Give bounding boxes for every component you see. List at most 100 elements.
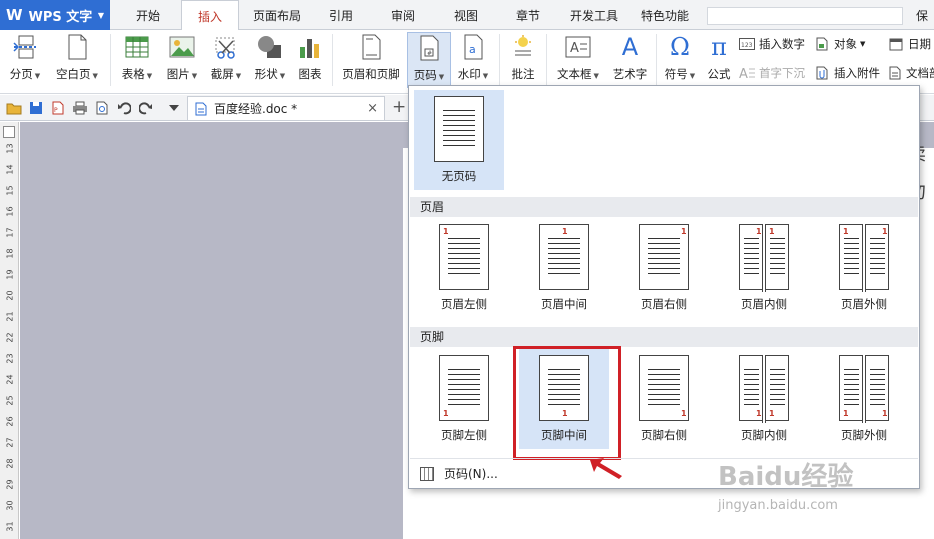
tab-references[interactable]: 引用: [318, 0, 364, 30]
header-right-option[interactable]: 1 页眉右侧: [619, 218, 709, 318]
red-arrow-pointer: [590, 458, 622, 479]
chart-button[interactable]: 图表: [294, 32, 326, 88]
page-thumbnail: 1 1: [739, 355, 789, 423]
ruler-number: 26: [5, 416, 15, 427]
header-section-title: 页眉: [410, 197, 918, 217]
wps-logo-icon: W: [6, 6, 23, 24]
footer-left-option[interactable]: 1 页脚左侧: [419, 349, 509, 449]
tab-chapter[interactable]: 章节: [505, 0, 551, 30]
ruler-corner[interactable]: [3, 126, 15, 138]
ruler-number: 22: [5, 332, 15, 343]
tab-special[interactable]: 特色功能: [634, 0, 696, 30]
calendar-icon: [888, 37, 904, 51]
new-tab-button[interactable]: +: [392, 97, 406, 117]
print-preview-icon[interactable]: [94, 100, 110, 116]
close-tab-icon[interactable]: ×: [367, 101, 378, 116]
ruler-number: 13: [5, 143, 15, 154]
no-page-number-option[interactable]: 无页码: [414, 90, 504, 190]
header-inside-option[interactable]: 1 1 页眉内侧: [719, 218, 809, 318]
page-number-icon: #: [415, 34, 443, 62]
header-footer-label: 页眉和页脚: [342, 67, 400, 81]
page-number-marker: 1: [769, 409, 775, 418]
svg-text:P: P: [54, 107, 58, 114]
option-label: 页眉中间: [541, 297, 587, 311]
tab-home[interactable]: 开始: [122, 0, 174, 30]
chevron-down-icon: ▼: [438, 73, 445, 81]
tab-review[interactable]: 审阅: [380, 0, 426, 30]
option-label: 页眉外侧: [841, 297, 887, 311]
picture-button[interactable]: 图片 ▼: [162, 32, 202, 88]
scissors-icon: [212, 33, 240, 61]
ruler-number: 18: [5, 248, 15, 259]
header-footer-button[interactable]: 页眉和页脚: [338, 32, 404, 88]
comment-button[interactable]: 批注: [505, 32, 541, 88]
blank-page-label: 空白页: [56, 67, 91, 81]
tab-view[interactable]: 视图: [443, 0, 489, 30]
ruler-number: 21: [5, 311, 15, 322]
doc-part-icon: [888, 66, 902, 80]
footer-right-option[interactable]: 1 页脚右侧: [619, 349, 709, 449]
textbox-button[interactable]: A 文本框 ▼: [552, 32, 604, 88]
page-number-marker: 1: [562, 227, 568, 236]
ruler-number: 25: [5, 395, 15, 406]
save-icon[interactable]: [28, 100, 44, 116]
attachment-icon: [814, 66, 830, 80]
symbol-button[interactable]: Ω 符号 ▼: [660, 32, 700, 88]
date-button[interactable]: 日期: [888, 34, 931, 54]
insert-attachment-button[interactable]: 插入附件: [814, 63, 880, 83]
chevron-down-icon: ▼: [482, 72, 489, 80]
title-tab-bar: W WPS 文字 ▼ 开始 插入 页面布局 引用 审阅 视图 章节 开发工具 特…: [0, 0, 934, 55]
print-icon[interactable]: [72, 100, 88, 116]
page-number-marker: 1: [882, 409, 888, 418]
symbol-label: 符号: [664, 67, 688, 81]
tab-page-layout[interactable]: 页面布局: [246, 0, 308, 30]
table-button[interactable]: 表格 ▼: [116, 32, 158, 88]
app-title: WPS 文字: [28, 9, 93, 25]
formula-button[interactable]: π 公式: [703, 32, 735, 88]
chevron-down-icon: ▼: [235, 72, 242, 80]
command-search-input[interactable]: [707, 7, 903, 25]
ribbon-divider: [332, 34, 333, 86]
svg-text:A: A: [739, 67, 748, 80]
undo-icon[interactable]: [116, 100, 132, 116]
page-thumbnail: 1 1: [839, 224, 889, 292]
insert-number-button[interactable]: 123 插入数字: [739, 34, 805, 54]
object-button[interactable]: 对象 ▼: [814, 34, 865, 54]
formula-label: 公式: [707, 67, 731, 81]
blank-page-button[interactable]: 空白页 ▼: [51, 32, 103, 88]
ruler-number: 29: [5, 479, 15, 490]
tab-insert[interactable]: 插入: [181, 0, 239, 31]
watermark-button[interactable]: a 水印 ▼: [453, 32, 493, 88]
open-folder-icon[interactable]: [6, 100, 22, 116]
page-thumbnail: 1: [639, 355, 689, 421]
footer-inside-option[interactable]: 1 1 页脚内侧: [719, 349, 809, 449]
page-break-button[interactable]: 分页 ▼: [6, 32, 44, 88]
page-break-label: 分页: [9, 67, 33, 81]
header-outside-option[interactable]: 1 1 页眉外侧: [819, 218, 909, 318]
doc-part-button[interactable]: 文档部: [888, 63, 934, 83]
ruler-number: 15: [5, 185, 15, 196]
header-center-option[interactable]: 1 页眉中间: [519, 218, 609, 318]
document-tab[interactable]: 百度经验.doc * ×: [187, 96, 385, 120]
screenshot-button[interactable]: 截屏 ▼: [206, 32, 246, 88]
chevron-down-icon: ▼: [279, 72, 286, 80]
page-break-icon: [11, 33, 39, 61]
ruler-number: 14: [5, 164, 15, 175]
footer-outside-option[interactable]: 1 1 页脚外侧: [819, 349, 909, 449]
tab-developer[interactable]: 开发工具: [563, 0, 625, 30]
wps-menu-button[interactable]: W WPS 文字 ▼: [0, 0, 110, 30]
page-number-marker: 1: [681, 409, 687, 418]
wordart-button[interactable]: A 艺术字: [608, 32, 652, 88]
export-pdf-icon[interactable]: P: [50, 100, 66, 116]
customize-toolbar-icon[interactable]: [166, 100, 182, 116]
page-thumbnail: 1 1: [739, 224, 789, 292]
redo-icon[interactable]: [138, 100, 154, 116]
header-footer-icon: [357, 33, 385, 61]
page-number-marker: 1: [443, 227, 449, 236]
drop-cap-button[interactable]: A 首字下沉: [739, 63, 805, 83]
chevron-down-icon: ▼: [191, 72, 198, 80]
shapes-button[interactable]: 形状 ▼: [250, 32, 290, 88]
wordart-icon: A: [621, 33, 639, 61]
page-number-button[interactable]: # 页码 ▼: [407, 32, 451, 88]
header-left-option[interactable]: 1 页眉左侧: [419, 218, 509, 318]
